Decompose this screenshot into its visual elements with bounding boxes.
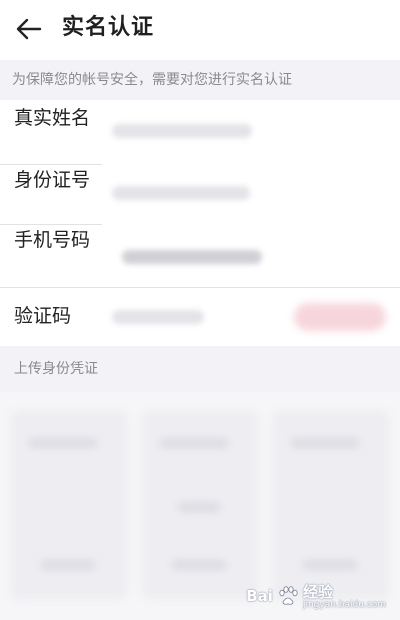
phone-label: 手机号码 <box>14 229 91 251</box>
verification-code-label: 验证码 <box>14 305 72 327</box>
security-notice: 为保障您的帐号安全，需要对您进行实名认证 <box>0 60 400 100</box>
send-code-button[interactable] <box>294 303 386 331</box>
id-number-label: 身份证号 <box>14 169 91 191</box>
watermark-brand: 经验 <box>302 583 333 601</box>
divider <box>0 164 102 165</box>
real-name-label: 真实姓名 <box>14 107 91 129</box>
back-button[interactable] <box>12 12 46 46</box>
divider <box>0 287 400 288</box>
upload-card-back[interactable] <box>141 410 259 600</box>
upload-card-holding[interactable] <box>272 410 390 600</box>
real-name-verification-page: 实名认证 为保障您的帐号安全，需要对您进行实名认证 真实姓名 身份证号 手机号码… <box>0 0 400 620</box>
baidu-paw-icon <box>279 585 298 605</box>
upload-area: Bai 经验 jingyan.baidu.com <box>0 392 400 620</box>
upload-section-title: 上传身份凭证 <box>0 346 400 392</box>
upload-card-front[interactable] <box>10 410 128 600</box>
id-number-value <box>112 186 250 200</box>
phone-value <box>122 250 262 264</box>
divider <box>0 224 102 225</box>
real-name-value <box>112 124 252 138</box>
top-bar: 实名认证 <box>0 0 400 58</box>
page-title: 实名认证 <box>62 15 155 40</box>
verification-code-value <box>112 310 204 324</box>
watermark-url: jingyan.baidu.com <box>302 600 386 610</box>
arrow-left-icon <box>16 18 42 40</box>
watermark: Bai 经验 jingyan.baidu.com <box>246 581 386 610</box>
watermark-text: Bai <box>246 586 273 605</box>
